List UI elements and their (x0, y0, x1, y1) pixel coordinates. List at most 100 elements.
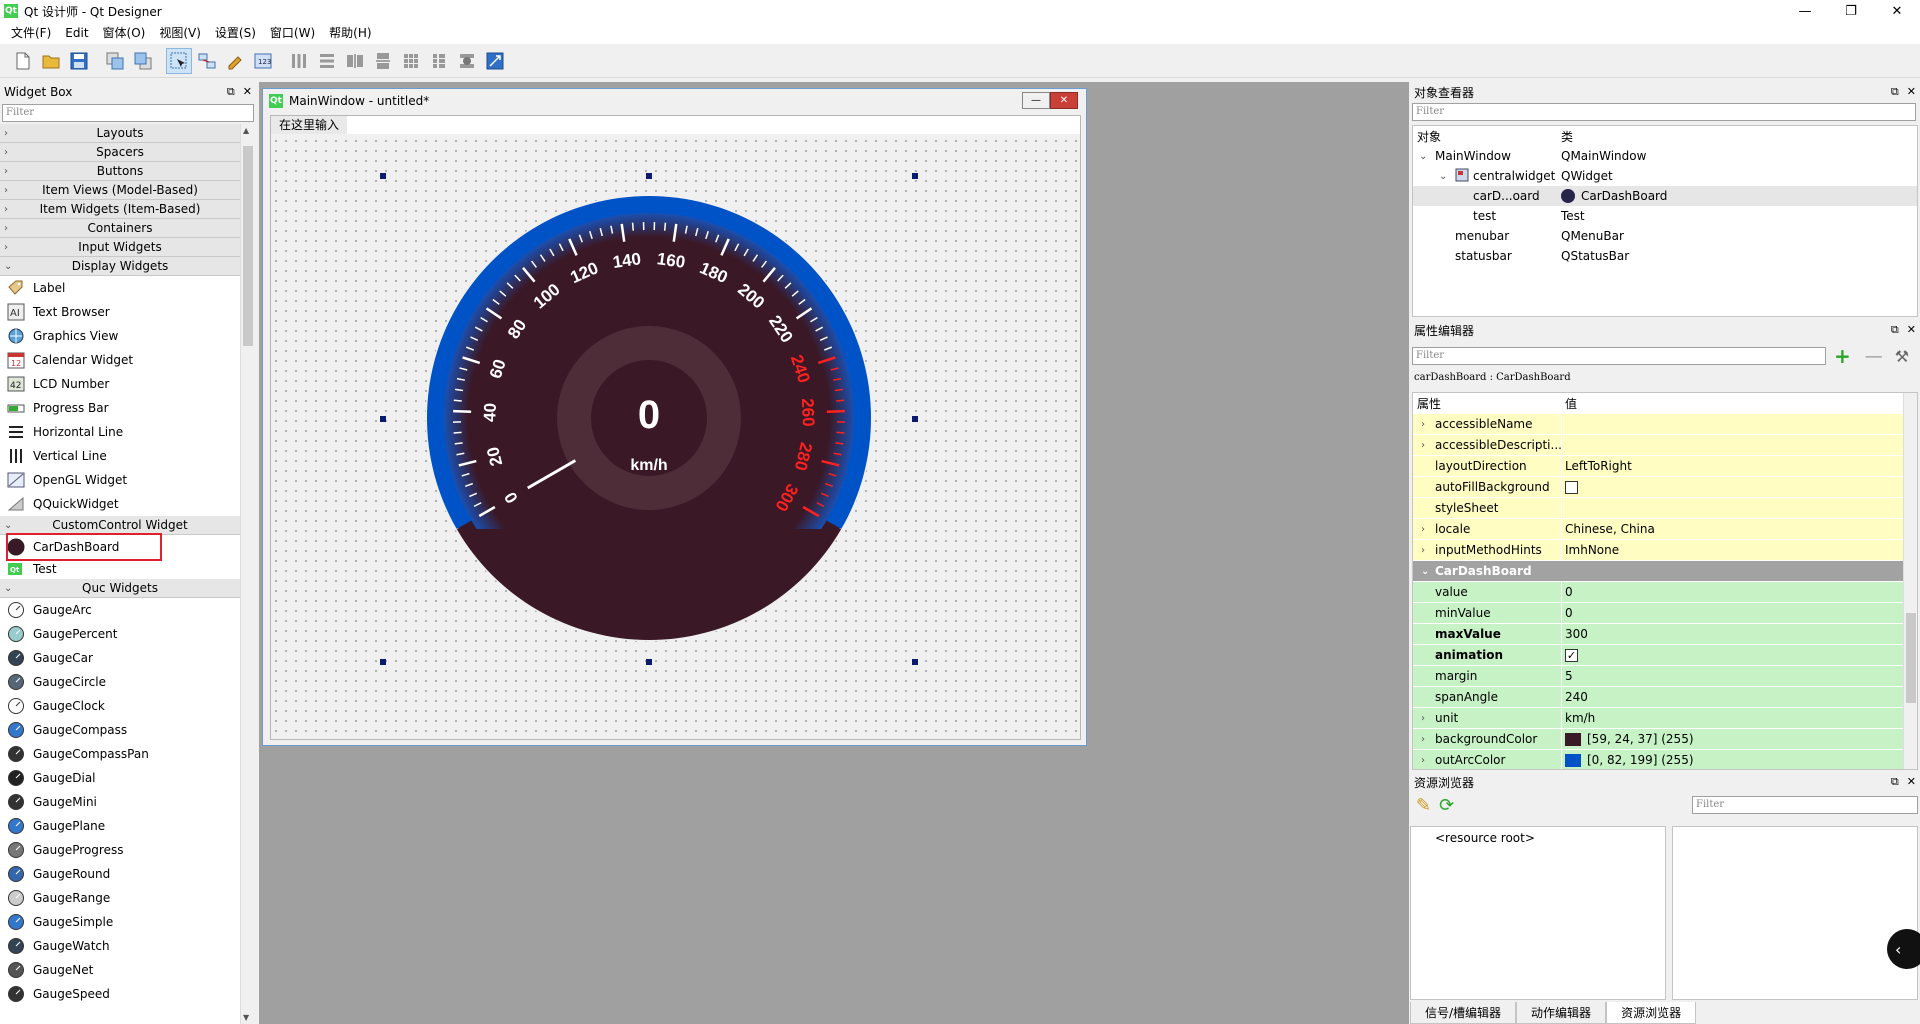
form-canvas[interactable]: 在这里输入 0 20 40 60 80 100 120 140 160 180 … (270, 115, 1081, 740)
widget-item-gaugewatch[interactable]: GaugeWatch (0, 934, 240, 958)
property-filter[interactable]: Filter (1412, 347, 1826, 365)
widget-item-qquickwidget[interactable]: QQuickWidget (0, 492, 240, 516)
property-row-accessiblename[interactable]: › accessibleName (1413, 414, 1917, 435)
widget-item-gaugeround[interactable]: GaugeRound (0, 862, 240, 886)
selection-handle[interactable] (912, 659, 918, 665)
float-icon[interactable]: ⧉ (1891, 323, 1899, 337)
open-folder-icon[interactable] (38, 48, 64, 74)
widget-item-vertical-line[interactable]: Vertical Line (0, 444, 240, 468)
form-window[interactable]: Qt MainWindow - untitled* — ✕ 在这里输入 0 20… (262, 88, 1087, 746)
property-group-cardashboard[interactable]: ⌄ CarDashBoard (1413, 561, 1917, 582)
menu-edit[interactable]: Edit (58, 22, 95, 44)
layout-vertical-icon[interactable] (314, 48, 340, 74)
widget-item-horizontal-line[interactable]: Horizontal Line (0, 420, 240, 444)
category-input-widgets[interactable]: › Input Widgets (0, 238, 240, 257)
widget-item-gaugeprogress[interactable]: GaugeProgress (0, 838, 240, 862)
widget-item-gaugecompasspan[interactable]: GaugeCompassPan (0, 742, 240, 766)
float-icon[interactable]: ⧉ (1891, 85, 1899, 99)
property-row-inputmethodhints[interactable]: › inputMethodHints ImhNone (1413, 540, 1917, 561)
remove-property-icon[interactable]: — (1865, 346, 1883, 367)
widget-item-graphics-view[interactable]: Graphics View (0, 324, 240, 348)
widget-item-gaugemini[interactable]: GaugeMini (0, 790, 240, 814)
close-icon[interactable]: ✕ (1907, 85, 1916, 99)
menu-window[interactable]: 窗口(W) (263, 22, 322, 44)
object-inspector-filter[interactable]: Filter (1412, 103, 1916, 121)
add-property-icon[interactable]: + (1834, 344, 1851, 368)
widget-item-calendar[interactable]: 12 Calendar Widget (0, 348, 240, 372)
widget-item-gaugeclock[interactable]: GaugeClock (0, 694, 240, 718)
selection-handle[interactable] (380, 659, 386, 665)
animation-checkbox[interactable]: ✓ (1565, 648, 1578, 662)
widget-item-cardashboard[interactable]: CarDashBoard (0, 533, 240, 561)
tab-action-editor[interactable]: 动作编辑器 (1516, 1002, 1607, 1024)
category-item-widgets[interactable]: › Item Widgets (Item-Based) (0, 200, 240, 219)
edit-buddies-icon[interactable] (222, 48, 248, 74)
category-buttons[interactable]: › Buttons (0, 162, 240, 181)
edit-signals-icon[interactable] (194, 48, 220, 74)
category-spacers[interactable]: › Spacers (0, 143, 240, 162)
close-icon[interactable]: ✕ (243, 85, 252, 99)
tab-resource-browser[interactable]: 资源浏览器 (1606, 1002, 1697, 1024)
tool-icon[interactable]: ⚒ (1895, 347, 1909, 366)
widget-item-label[interactable]: Label (0, 276, 240, 300)
form-close-button[interactable]: ✕ (1050, 92, 1078, 109)
selection-handle[interactable] (646, 173, 652, 179)
form-minimize-button[interactable]: — (1022, 92, 1050, 109)
layout-v-splitter-icon[interactable] (370, 48, 396, 74)
tab-signal-slot-editor[interactable]: 信号/槽编辑器 (1410, 1002, 1517, 1024)
float-icon[interactable]: ⧉ (227, 85, 235, 99)
category-display-widgets[interactable]: ⌄ Display Widgets (0, 257, 240, 276)
type-here-menu[interactable]: 在这里输入 (271, 116, 348, 134)
selection-handle[interactable] (912, 416, 918, 422)
float-icon[interactable]: ⧉ (1891, 775, 1899, 789)
widget-item-gaugecompass[interactable]: GaugeCompass (0, 718, 240, 742)
property-row-backgroundcolor[interactable]: › backgroundColor [59, 24, 37] (255) (1413, 729, 1917, 750)
minimize-button[interactable]: — (1782, 0, 1828, 22)
menu-help[interactable]: 帮助(H) (322, 22, 378, 44)
layout-horizontal-icon[interactable] (286, 48, 312, 74)
widget-item-gaugerange[interactable]: GaugeRange (0, 886, 240, 910)
floating-chevron-icon[interactable]: ‹ (1887, 929, 1920, 969)
tree-row-statusbar[interactable]: statusbar QStatusBar (1413, 246, 1917, 266)
widget-item-progress-bar[interactable]: Progress Bar (0, 396, 240, 420)
widget-item-gaugeplane[interactable]: GaugePlane (0, 814, 240, 838)
widget-item-gaugedial[interactable]: GaugeDial (0, 766, 240, 790)
edit-resources-icon[interactable]: ✎ (1416, 795, 1431, 816)
widget-item-gaugecircle[interactable]: GaugeCircle (0, 670, 240, 694)
close-button[interactable]: ✕ (1874, 0, 1920, 22)
break-layout-icon[interactable] (454, 48, 480, 74)
save-icon[interactable] (66, 48, 92, 74)
property-row-margin[interactable]: margin 5 (1413, 666, 1917, 687)
property-row-spanangle[interactable]: spanAngle 240 (1413, 687, 1917, 708)
menu-form[interactable]: 窗体(O) (96, 22, 153, 44)
category-layouts[interactable]: › Layouts (0, 124, 240, 143)
property-row-autofillbackground[interactable]: autoFillBackground (1413, 477, 1917, 498)
tree-row-cardashboard[interactable]: carD...oard CarDashBoard (1413, 186, 1917, 206)
widget-item-gaugenet[interactable]: GaugeNet (0, 958, 240, 982)
menu-file[interactable]: 文件(F) (4, 22, 58, 44)
property-row-accessibledescripti[interactable]: › accessibleDescripti... (1413, 435, 1917, 456)
widget-item-gaugepercent[interactable]: GaugePercent (0, 622, 240, 646)
widget-item-lcd-number[interactable]: 42 LCD Number (0, 372, 240, 396)
property-row-locale[interactable]: › locale Chinese, China (1413, 519, 1917, 540)
maximize-button[interactable]: ❐ (1828, 0, 1874, 22)
widget-item-gaugecar[interactable]: GaugeCar (0, 646, 240, 670)
layout-h-splitter-icon[interactable] (342, 48, 368, 74)
layout-form-icon[interactable] (426, 48, 452, 74)
widget-item-test[interactable]: Qt Test (0, 559, 240, 579)
selection-handle[interactable] (380, 173, 386, 179)
widget-box-filter[interactable]: Filter (2, 104, 254, 122)
widget-box-scrollbar[interactable]: ▲ ▼ (240, 124, 254, 1024)
bring-front-icon[interactable] (130, 48, 156, 74)
property-row-minvalue[interactable]: minValue 0 (1413, 603, 1917, 624)
menu-settings[interactable]: 设置(S) (208, 22, 263, 44)
property-row-outarccolor[interactable]: › outArcColor [0, 82, 199] (255) (1413, 750, 1917, 769)
menu-view[interactable]: 视图(V) (152, 22, 208, 44)
selection-handle[interactable] (380, 416, 386, 422)
widget-item-gaugespeed[interactable]: GaugeSpeed (0, 982, 240, 1006)
tree-row-menubar[interactable]: menubar QMenuBar (1413, 226, 1917, 246)
layout-grid-icon[interactable] (398, 48, 424, 74)
category-item-views[interactable]: › Item Views (Model-Based) (0, 181, 240, 200)
widget-item-gaugearc[interactable]: GaugeArc (0, 598, 240, 622)
category-containers[interactable]: › Containers (0, 219, 240, 238)
